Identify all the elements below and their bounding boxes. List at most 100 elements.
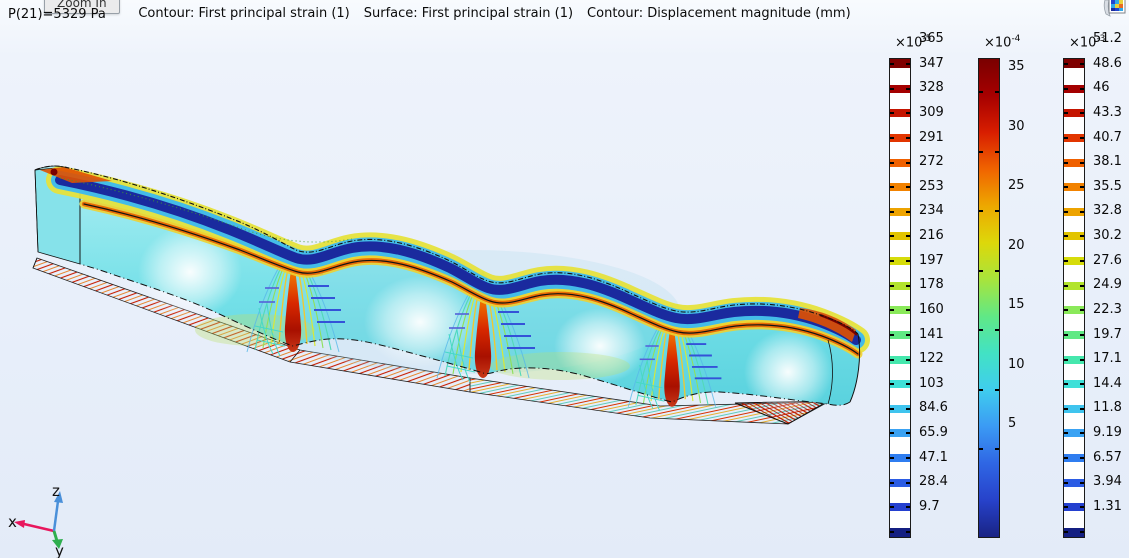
colorbar-tick	[995, 448, 999, 450]
colorbar-tick-value: 25	[1008, 178, 1025, 194]
colorbar-tick	[906, 506, 910, 508]
plot-title: Contour: First principal strain (1) Surf…	[0, 6, 989, 21]
colorbar-value: 1.31	[1093, 499, 1122, 515]
colorbar-bar	[1063, 58, 1085, 538]
colorbar-tick	[906, 359, 910, 361]
colorbar-value: 328	[919, 80, 944, 96]
colorbar-tick	[906, 260, 910, 262]
colorbar-tick	[1064, 285, 1068, 287]
colorbar-bar	[978, 58, 1000, 538]
colorbar-tick	[906, 137, 910, 139]
colorbar-value: 35.5	[1093, 179, 1122, 195]
colorbar-tick	[906, 162, 910, 164]
plot-window-icon[interactable]	[1101, 0, 1127, 22]
colorbar-tick-value: 20	[1008, 238, 1025, 254]
colorbar-value: 291	[919, 130, 944, 146]
colorbar-value: 9.7	[919, 499, 940, 515]
colorbar-value: 28.4	[919, 474, 948, 490]
colorbar-tick	[906, 383, 910, 385]
colorbar-tick	[906, 88, 910, 90]
colorbar-value: 30.2	[1093, 228, 1122, 244]
colorbar-tick	[1080, 162, 1084, 164]
colorbar-tick	[890, 383, 894, 385]
colorbar-value: 38.1	[1093, 154, 1122, 170]
colorbar-value: 234	[919, 203, 944, 219]
colorbar-tick	[1064, 359, 1068, 361]
colorbar-tick	[1080, 285, 1084, 287]
colorbar-value: 32.8	[1093, 203, 1122, 219]
colorbar-tick-value: 15	[1008, 297, 1025, 313]
colorbar-tick	[1064, 383, 1068, 385]
colorbar-value: 160	[919, 302, 944, 318]
colorbar-tick	[890, 531, 894, 533]
plot-title-surface: Surface: First principal strain (1)	[364, 6, 573, 21]
colorbar-value: 141	[919, 327, 944, 343]
colorbar-tick	[979, 389, 983, 391]
colorbar-tick	[906, 112, 910, 114]
colorbar-value: 43.3	[1093, 105, 1122, 121]
colorbar-tick	[890, 88, 894, 90]
colorbar-tick	[1080, 482, 1084, 484]
colorbar-tick	[890, 408, 894, 410]
y-axis-label: y	[55, 542, 64, 558]
colorbar-value: 309	[919, 105, 944, 121]
colorbar-tick	[890, 432, 894, 434]
colorbar-tick	[979, 210, 983, 212]
colorbar-value: 3.94	[1093, 474, 1122, 490]
colorbar-tick	[1064, 112, 1068, 114]
colorbar-tick	[890, 482, 894, 484]
colorbar-tick	[1080, 88, 1084, 90]
colorbar-value: 40.7	[1093, 130, 1122, 146]
colorbar-tick	[906, 211, 910, 213]
colorbar-tick	[1080, 506, 1084, 508]
x-axis-arrow	[24, 524, 54, 531]
colorbar-value: 48.6	[1093, 56, 1122, 72]
colorbar-value: 253	[919, 179, 944, 195]
colorbar-tick	[1080, 383, 1084, 385]
colorbar-value: 11.8	[1093, 400, 1122, 416]
colorbar-tick	[1064, 309, 1068, 311]
colorbar-tick	[979, 448, 983, 450]
colorbar-value: 365	[919, 31, 944, 47]
colorbar-bar	[889, 58, 911, 538]
colorbar-tick	[906, 482, 910, 484]
plot-title-contour-1: Contour: First principal strain (1)	[138, 6, 349, 21]
colorbar-tick	[1064, 88, 1068, 90]
colorbar-tick	[906, 186, 910, 188]
colorbar-tick	[995, 91, 999, 93]
colorbar-tick	[906, 408, 910, 410]
colorbar-tick	[995, 210, 999, 212]
graphics-window: Zoom In P(21)=5329 Pa Contour: First pri…	[0, 0, 1129, 558]
z-axis-label: z	[52, 484, 60, 500]
colorbar-tick	[1064, 457, 1068, 459]
colorbar-tick	[1080, 432, 1084, 434]
colorbar-tick	[1064, 432, 1068, 434]
colorbar-tick	[1080, 235, 1084, 237]
colorbar-tick	[1064, 63, 1068, 65]
colorbar-tick	[890, 235, 894, 237]
plot-title-contour-2: Contour: Displacement magnitude (mm)	[587, 6, 851, 21]
x-axis-label: x	[8, 513, 17, 531]
colorbar-tick	[890, 112, 894, 114]
colorbar-value: 9.19	[1093, 425, 1122, 441]
colorbar-tick	[995, 329, 999, 331]
colorbar-tick	[995, 151, 999, 153]
colorbar-tick	[890, 334, 894, 336]
colorbar-tick	[1064, 482, 1068, 484]
colorbar-value: 347	[919, 56, 944, 72]
colorbar-value: 19.7	[1093, 327, 1122, 343]
colorbar-tick	[906, 285, 910, 287]
colorbar-tick	[1064, 235, 1068, 237]
colorbar-tick	[1064, 211, 1068, 213]
colorbar-value: 122	[919, 351, 944, 367]
colorbar-tick	[890, 309, 894, 311]
colorbar-tick	[890, 359, 894, 361]
colorbar-value: 6.57	[1093, 450, 1122, 466]
colorbar-value: 46	[1093, 80, 1110, 96]
colorbar-tick	[906, 63, 910, 65]
colorbar-tick	[1080, 457, 1084, 459]
colorbar-tick	[1064, 408, 1068, 410]
colorbar-value: 103	[919, 376, 944, 392]
colorbar-value: 178	[919, 277, 944, 293]
colorbar-tick	[1080, 260, 1084, 262]
